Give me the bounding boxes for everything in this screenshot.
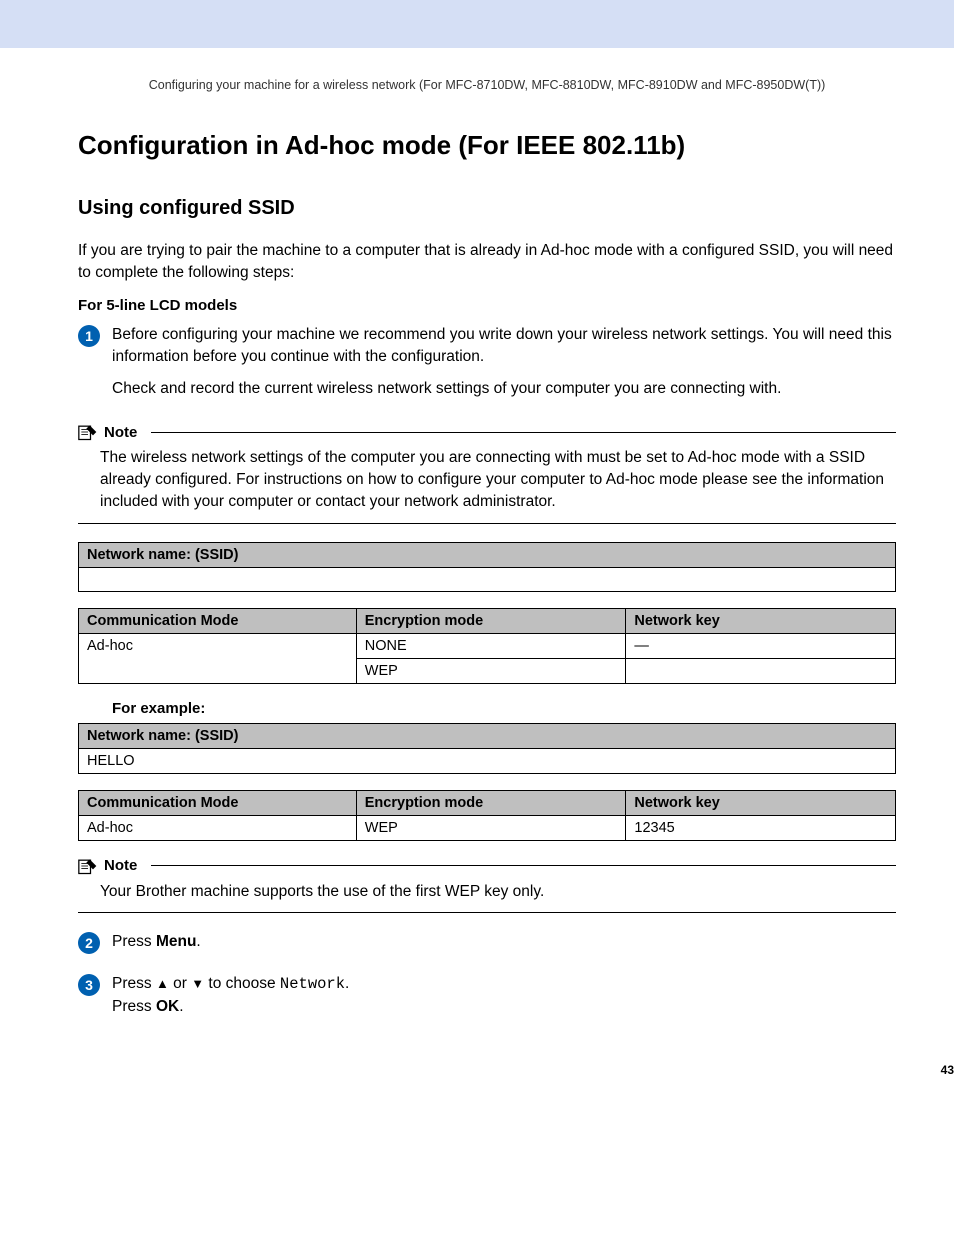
note-label: Note bbox=[104, 424, 137, 441]
step-3-line2-bold: OK bbox=[156, 998, 179, 1015]
up-arrow-icon: ▲ bbox=[156, 976, 169, 991]
step-3-dot: . bbox=[345, 975, 349, 992]
modes-table-blank: Communication Mode Encryption mode Netwo… bbox=[78, 608, 896, 684]
step-3-network: Network bbox=[280, 975, 345, 993]
ssid-header: Network name: (SSID) bbox=[79, 723, 896, 748]
for-example-label: For example: bbox=[112, 700, 896, 717]
modes-table-example: Communication Mode Encryption mode Netwo… bbox=[78, 790, 896, 841]
table-row: Ad-hoc NONE — bbox=[79, 633, 896, 658]
note-icon bbox=[78, 423, 98, 441]
step-3: 3 Press ▲ or ▼ to choose Network. Press … bbox=[78, 973, 896, 1027]
note-label: Note bbox=[104, 857, 137, 874]
modes-header-comm: Communication Mode bbox=[79, 608, 357, 633]
down-arrow-icon: ▼ bbox=[191, 976, 204, 991]
modes-header-enc: Encryption mode bbox=[356, 790, 626, 815]
note-block-2: Note Your Brother machine supports the u… bbox=[78, 857, 896, 914]
cell-enc: NONE bbox=[356, 633, 626, 658]
ssid-table-example: Network name: (SSID) HELLO bbox=[78, 723, 896, 774]
step-3-choose: to choose bbox=[204, 975, 280, 992]
step-1-text-b: Check and record the current wireless ne… bbox=[112, 378, 896, 400]
ssid-example-cell: HELLO bbox=[79, 748, 896, 773]
note-rule bbox=[151, 432, 896, 433]
step-3-mid: or bbox=[169, 975, 191, 992]
page-title: Configuration in Ad-hoc mode (For IEEE 8… bbox=[78, 130, 896, 161]
step-3-pre: Press bbox=[112, 975, 156, 992]
intro-paragraph: If you are trying to pair the machine to… bbox=[78, 240, 896, 283]
note-2-body: Your Brother machine supports the use of… bbox=[78, 875, 896, 913]
note-1-body: The wireless network settings of the com… bbox=[78, 441, 896, 522]
cell-enc: WEP bbox=[356, 815, 626, 840]
page-content: 3 Configuring your machine for a wireles… bbox=[0, 48, 954, 1067]
modes-header-key: Network key bbox=[626, 790, 896, 815]
note-icon bbox=[78, 857, 98, 875]
table-row: Ad-hoc WEP 12345 bbox=[79, 815, 896, 840]
note-block-1: Note The wireless network settings of th… bbox=[78, 423, 896, 523]
step-2-body: Press Menu. bbox=[112, 931, 896, 963]
section-title: Using configured SSID bbox=[78, 197, 896, 220]
step-1-text-a: Before configuring your machine we recom… bbox=[112, 324, 896, 367]
model-subhead: For 5-line LCD models bbox=[78, 297, 896, 314]
cell-comm: Ad-hoc bbox=[79, 633, 357, 683]
step-number-icon: 3 bbox=[78, 974, 100, 996]
step-2-pre: Press bbox=[112, 933, 156, 950]
note-end-rule bbox=[78, 523, 896, 524]
step-number-icon: 1 bbox=[78, 325, 100, 347]
cell-enc: WEP bbox=[356, 658, 626, 683]
step-1: 1 Before configuring your machine we rec… bbox=[78, 324, 896, 409]
cell-key: — bbox=[626, 633, 896, 658]
note-end-rule bbox=[78, 912, 896, 913]
cell-comm: Ad-hoc bbox=[79, 815, 357, 840]
note-rule bbox=[151, 865, 896, 866]
step-2-post: . bbox=[196, 933, 200, 950]
ssid-header: Network name: (SSID) bbox=[79, 542, 896, 567]
step-1-body: Before configuring your machine we recom… bbox=[112, 324, 896, 409]
step-3-line2-pre: Press bbox=[112, 998, 156, 1015]
ssid-blank-cell bbox=[79, 567, 896, 591]
step-number-icon: 2 bbox=[78, 932, 100, 954]
step-2: 2 Press Menu. bbox=[78, 931, 896, 963]
modes-header-key: Network key bbox=[626, 608, 896, 633]
step-3-body: Press ▲ or ▼ to choose Network. Press OK… bbox=[112, 973, 896, 1027]
top-band bbox=[0, 0, 954, 48]
page-number: 43 bbox=[941, 1063, 954, 1077]
modes-header-comm: Communication Mode bbox=[79, 790, 357, 815]
breadcrumb: Configuring your machine for a wireless … bbox=[78, 78, 896, 92]
modes-header-enc: Encryption mode bbox=[356, 608, 626, 633]
ssid-table-blank: Network name: (SSID) bbox=[78, 542, 896, 592]
step-3-line2-post: . bbox=[179, 998, 183, 1015]
cell-key: 12345 bbox=[626, 815, 896, 840]
cell-key bbox=[626, 658, 896, 683]
step-2-bold: Menu bbox=[156, 933, 196, 950]
